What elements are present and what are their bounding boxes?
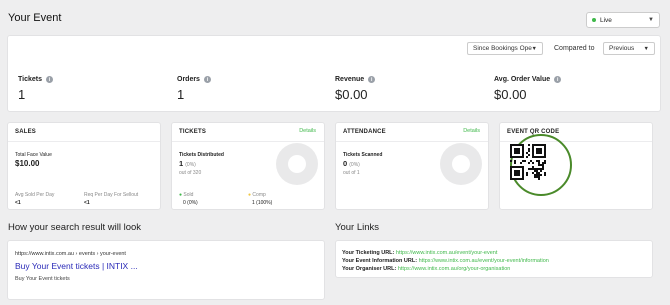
metric-revenue: Revenue i $0.00 <box>335 76 376 102</box>
qr-code-image <box>510 144 546 180</box>
card-title: TICKETS <box>179 129 207 135</box>
metric-value: 1 <box>177 87 185 102</box>
chevron-down-icon: ▼ <box>643 45 649 52</box>
search-preview-card: https://www.intix.com.au › events › your… <box>7 240 325 300</box>
ticketing-url-link[interactable]: https://www.intix.com.au/event/your-even… <box>396 250 498 256</box>
search-result-description: Buy Your Event tickets <box>15 276 70 282</box>
scanned-percent: (0%) <box>349 162 360 168</box>
metric-tickets: Tickets i 1 <box>18 76 53 102</box>
search-result-title[interactable]: Buy Your Event tickets | INTIX ... <box>15 261 138 271</box>
summary-card: Since Bookings Open ▼ Compared to Previo… <box>7 35 661 112</box>
period-select[interactable]: Since Bookings Open ▼ <box>467 42 543 55</box>
info-url-link[interactable]: https://www.intix.com.au/event/your-even… <box>419 258 549 264</box>
card-title: SALES <box>15 129 37 135</box>
status-dot-icon <box>592 18 596 22</box>
metric-orders: Orders i 1 <box>177 76 211 102</box>
organiser-url-label: Your Organiser URL: <box>342 266 397 272</box>
metric-avg-order: Avg. Order Value i $0.00 <box>494 76 562 102</box>
compare-select[interactable]: Previous ▼ <box>603 42 655 55</box>
info-url-row: Your Event Information URL: https://www.… <box>342 258 549 264</box>
metric-label: Avg. Order Value <box>494 76 551 83</box>
avg-sold-value: <1 <box>15 200 21 206</box>
compare-select-value: Previous <box>609 45 635 52</box>
search-result-url: https://www.intix.com.au › events › your… <box>15 251 126 257</box>
req-per-day-label: Req Per Day For Sellout <box>84 192 139 198</box>
status-select[interactable]: Live ▼ <box>586 12 660 28</box>
avg-sold-label: Avg Sold Per Day <box>15 192 55 198</box>
sold-dot-icon: ● <box>179 192 183 198</box>
chevron-down-icon: ▼ <box>531 45 537 52</box>
scanned-count: 0 <box>343 159 348 168</box>
distributed-out-of: out of 320 <box>179 170 202 176</box>
organiser-url-link[interactable]: https://www.intix.com.au/org/your-organi… <box>398 266 511 272</box>
tickets-card: TICKETS Details Tickets Distributed 1 (0… <box>171 122 325 210</box>
distributed-percent: (0%) <box>185 162 196 168</box>
face-value-label: Total Face Value <box>15 152 52 158</box>
links-card: Your Ticketing URL: https://www.intix.co… <box>335 240 653 278</box>
comp-value: 1 (100%) <box>252 200 273 206</box>
info-icon[interactable]: i <box>203 76 211 83</box>
metric-value: 1 <box>18 87 26 102</box>
sold-value: 0 (0%) <box>183 200 198 206</box>
metric-value: $0.00 <box>335 87 368 102</box>
metric-label: Revenue <box>335 76 365 83</box>
info-icon[interactable]: i <box>46 76 53 83</box>
period-select-value: Since Bookings Open <box>473 45 532 52</box>
metric-label: Tickets <box>18 76 42 83</box>
organiser-url-row: Your Organiser URL: https://www.intix.co… <box>342 266 510 272</box>
search-preview-title: How your search result will look <box>8 222 142 233</box>
links-title: Your Links <box>335 222 380 233</box>
ticketing-url-row: Your Ticketing URL: https://www.intix.co… <box>342 250 497 256</box>
tickets-details-link[interactable]: Details <box>299 128 316 134</box>
info-icon[interactable]: i <box>368 76 376 83</box>
attendance-card: ATTENDANCE Details Tickets Scanned 0 (0%… <box>335 122 489 210</box>
metric-label: Orders <box>177 76 200 83</box>
distributed-label: Tickets Distributed <box>179 152 224 158</box>
status-value: Live <box>600 16 612 24</box>
comp-label: ● Comp <box>248 192 266 198</box>
page-title: Your Event <box>8 12 62 24</box>
compared-label: Compared to <box>554 45 595 52</box>
ticketing-url-label: Your Ticketing URL: <box>342 250 395 256</box>
metric-value: $0.00 <box>494 87 527 102</box>
distributed-value: 1 (0%) <box>179 159 196 168</box>
divider <box>8 141 160 142</box>
face-value: $10.00 <box>15 159 40 168</box>
comp-dot-icon: ● <box>248 192 252 198</box>
divider <box>172 141 324 142</box>
chevron-down-icon: ▼ <box>648 17 654 23</box>
divider <box>336 141 488 142</box>
info-url-label: Your Event Information URL: <box>342 258 418 264</box>
card-title: ATTENDANCE <box>343 129 386 135</box>
info-icon[interactable]: i <box>554 76 562 83</box>
attendance-details-link[interactable]: Details <box>463 128 480 134</box>
tickets-donut-chart <box>276 143 318 185</box>
attendance-donut-chart <box>440 143 482 185</box>
qr-card: EVENT QR CODE <box>499 122 653 210</box>
sold-label: ● Sold <box>179 192 194 198</box>
distributed-count: 1 <box>179 159 184 168</box>
scanned-out-of: out of 1 <box>343 170 360 176</box>
scanned-value: 0 (0%) <box>343 159 360 168</box>
req-per-day-value: <1 <box>84 200 90 206</box>
scanned-label: Tickets Scanned <box>343 152 383 158</box>
sales-card: SALES Total Face Value $10.00 Avg Sold P… <box>7 122 161 210</box>
